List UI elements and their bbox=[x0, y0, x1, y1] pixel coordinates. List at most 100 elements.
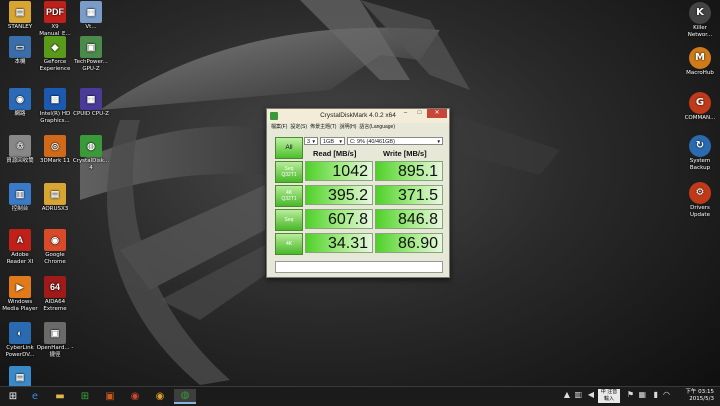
ime-line1: 中 注音 bbox=[600, 389, 618, 395]
app-icon: M bbox=[689, 47, 711, 69]
size-select[interactable]: 1GB ▼ bbox=[320, 137, 345, 145]
windows-logo-icon: ⊞ bbox=[8, 391, 18, 402]
desktop-icon[interactable]: M MacroHub bbox=[680, 47, 720, 77]
minimize-button[interactable]: – bbox=[399, 109, 412, 118]
app-icon: ◆ bbox=[44, 36, 66, 58]
wifi-icon[interactable]: ◠ bbox=[663, 390, 670, 399]
4k-q32t1-button[interactable]: 4K Q32T1 bbox=[275, 185, 303, 207]
drive-select[interactable]: C: 9% (40/461GB) ▼ bbox=[347, 137, 443, 145]
desktop-icon[interactable]: ▤ AORUSX3 bbox=[36, 183, 74, 213]
menu-file[interactable]: 檔案(F) bbox=[271, 123, 287, 132]
desktop-icon[interactable]: ◉ Google Chrome bbox=[36, 229, 74, 265]
desktop-icon[interactable]: ◉ 網路 bbox=[1, 88, 39, 118]
volume-icon[interactable]: ◀ bbox=[588, 390, 594, 399]
app-icon: ◉ bbox=[44, 229, 66, 251]
desktop-icon-label: MacroHub bbox=[686, 70, 714, 76]
desktop-icon[interactable]: ▦ CPUID CPU-Z bbox=[72, 88, 110, 118]
4k-read-value: 34.31 bbox=[305, 233, 373, 253]
desktop-icon[interactable]: G COMMAN... bbox=[680, 92, 720, 122]
close-button[interactable]: ✕ bbox=[427, 109, 447, 118]
desktop-icon[interactable]: ▤ STANLEY bbox=[1, 1, 39, 31]
flag-icon[interactable]: ⚑ bbox=[627, 390, 634, 399]
desktop-icon-label: STANLEY bbox=[7, 24, 33, 30]
desktop-icon-label: 網路 bbox=[14, 111, 26, 117]
desktop-icon-label: Vt... bbox=[85, 24, 97, 30]
desktop-icon[interactable]: ◐ CyberLink PowerDV... bbox=[1, 322, 39, 358]
ime-line2: 輸入 bbox=[603, 396, 614, 402]
desktop-icon-label: Drivers Update bbox=[690, 205, 710, 218]
clock-date: 2015/5/3 bbox=[689, 396, 714, 402]
desktop-icon[interactable]: ▣ TechPower... GPU-Z bbox=[72, 36, 110, 72]
desktop-icon[interactable]: ▦ Vt... bbox=[72, 1, 110, 31]
seq-button[interactable]: Seq bbox=[275, 209, 303, 231]
desktop-icon-label: Intel(R) HD Graphics... bbox=[39, 111, 71, 124]
menu-theme[interactable]: 佈景主題(T) bbox=[310, 123, 336, 132]
desktop-icon[interactable]: 64 AIDA64 Extreme bbox=[36, 276, 74, 312]
start-button[interactable]: ⊞ bbox=[4, 389, 22, 404]
desktop-icon-label: Windows Media Player bbox=[2, 299, 38, 312]
count-value: 3 bbox=[307, 139, 311, 145]
desktop-icon-label: AIDA64 Extreme bbox=[43, 299, 67, 312]
desktop-icon[interactable]: ▶ Windows Media Player bbox=[1, 276, 39, 312]
menu-settings[interactable]: 設定(S) bbox=[290, 123, 307, 132]
desktop-icon[interactable]: ♲ 資源回收筒 bbox=[1, 135, 39, 165]
all-button[interactable]: All bbox=[275, 137, 303, 159]
desktop-icon-label: AORUSX3 bbox=[41, 206, 69, 212]
battery-icon[interactable]: ▮ bbox=[654, 390, 658, 399]
ime-indicator[interactable]: 中 注音 輸入 bbox=[598, 389, 620, 403]
app-icon: ▣ bbox=[44, 322, 66, 344]
desktop-icon[interactable]: ↻ System Backup bbox=[680, 135, 720, 171]
row-label-line1: Seq bbox=[284, 217, 294, 223]
taskbar-app-media[interactable]: ▣ bbox=[99, 389, 121, 404]
desktop-icon[interactable]: PDF X9 Manual_E... bbox=[36, 1, 74, 37]
taskbar-app-chrome[interactable]: ◉ bbox=[149, 389, 171, 404]
desktop-icon[interactable]: A Adobe Reader XI bbox=[1, 229, 39, 265]
desktop-icon[interactable]: ◆ GeForce Experience bbox=[36, 36, 74, 72]
desktop-icon[interactable]: ▣ OpenHard... - 捷徑 bbox=[36, 322, 74, 358]
desktop-icon[interactable]: K Killer Networ... bbox=[680, 2, 720, 38]
maximize-button[interactable]: □ bbox=[413, 109, 426, 118]
menu-help[interactable]: 說明(H) bbox=[339, 123, 356, 132]
taskbar-app-explorer[interactable]: ▬ bbox=[49, 389, 71, 404]
seq-q32t1-button[interactable]: Seq Q32T1 bbox=[275, 161, 303, 183]
4k-button[interactable]: 4K bbox=[275, 233, 303, 255]
desktop-icon[interactable]: ▥ 控制台 bbox=[1, 183, 39, 213]
menu-language[interactable]: 語言(Language) bbox=[359, 123, 395, 132]
taskbar-app-crystaldisk[interactable]: ◍ bbox=[174, 389, 196, 404]
desktop-icon[interactable]: ◎ 3DMark 11 bbox=[36, 135, 74, 165]
media-icon: ▣ bbox=[105, 391, 115, 402]
taskbar-app-game[interactable]: ◉ bbox=[124, 389, 146, 404]
write-header: Write [MB/s] bbox=[383, 149, 427, 158]
desktop-icon[interactable]: ▩ Intel(R) HD Graphics... bbox=[36, 88, 74, 124]
desktop-icon-label: CPUID CPU-Z bbox=[73, 111, 109, 117]
4k-q32t1-read-value: 395.2 bbox=[305, 185, 373, 205]
comment-field[interactable] bbox=[275, 261, 443, 273]
4k-write-value: 86.90 bbox=[375, 233, 443, 253]
seq-read-value: 607.8 bbox=[305, 209, 373, 229]
row-label-line2: Q32T1 bbox=[281, 172, 297, 178]
desktop-icon[interactable]: ◍ CrystalDisk... 4 bbox=[72, 135, 110, 171]
chevron-down-icon: ▼ bbox=[311, 139, 316, 144]
desktop-icon-label: Google Chrome bbox=[44, 252, 66, 265]
app-icon: ▣ bbox=[80, 36, 102, 58]
clock[interactable]: 下午 03:15 2015/5/3 bbox=[685, 389, 714, 403]
count-select[interactable]: 3 ▼ bbox=[304, 137, 318, 145]
desktop-icon[interactable]: ⚙ Drivers Update bbox=[680, 182, 720, 218]
row-label-line1: 4K bbox=[285, 241, 293, 247]
taskbar-app-store[interactable]: ⊞ bbox=[74, 389, 96, 404]
desktop-icon-label: Killer Networ... bbox=[687, 25, 713, 38]
desktop-icon[interactable]: ▭ 本機 bbox=[1, 36, 39, 66]
taskbar-app-ie[interactable]: e bbox=[24, 389, 46, 404]
desktop-icon-label: GeForce Experience bbox=[39, 59, 71, 72]
keyboard-icon[interactable]: ▦ bbox=[638, 390, 646, 399]
app-icon: ◐ bbox=[9, 322, 31, 344]
app-icon: 64 bbox=[44, 276, 66, 298]
crystaldisk-icon: ◍ bbox=[180, 390, 190, 401]
network-icon[interactable]: ▥ bbox=[574, 390, 582, 399]
chevron-up-icon[interactable]: ▲ bbox=[564, 390, 570, 399]
window-titlebar[interactable]: CrystalDiskMark 4.0.2 x64 – □ ✕ bbox=[267, 109, 449, 123]
seq-q32t1-read-value: 1042 bbox=[305, 161, 373, 181]
drive-value: C: 9% (40/461GB) bbox=[350, 139, 395, 145]
explorer-icon: ▬ bbox=[55, 391, 65, 402]
size-value: 1GB bbox=[323, 139, 335, 145]
